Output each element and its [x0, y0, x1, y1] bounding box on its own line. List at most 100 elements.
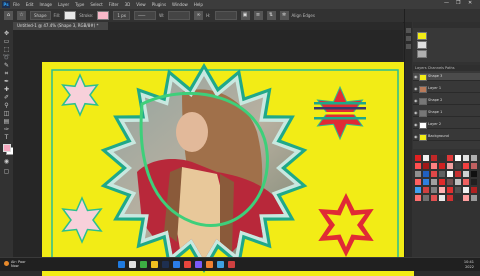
shape-mode-select[interactable]: Shape: [30, 11, 51, 20]
color-swatch[interactable]: [471, 155, 477, 161]
taskbar-app-icon[interactable]: [173, 261, 180, 268]
pink-star-top-left[interactable]: [61, 73, 99, 117]
weather-widget[interactable]: Air: Poor Now: [4, 260, 26, 268]
color-swatch[interactable]: [447, 155, 453, 161]
canvas-area[interactable]: [13, 30, 414, 276]
height-field[interactable]: [214, 11, 237, 20]
quick-select-tool-icon[interactable]: ✎: [2, 62, 11, 69]
color-swatch[interactable]: [471, 195, 477, 201]
home-icon[interactable]: ⌂: [4, 11, 13, 20]
pink-star-bottom-left[interactable]: [61, 196, 103, 244]
color-swatch[interactable]: [463, 171, 469, 177]
quick-mask-icon[interactable]: ◉: [2, 158, 11, 165]
color-swatch[interactable]: [439, 163, 445, 169]
marquee-tool-icon[interactable]: ⬚: [2, 46, 11, 53]
color-swatch[interactable]: [463, 195, 469, 201]
color-swatch[interactable]: [439, 179, 445, 185]
menu-image[interactable]: Image: [39, 2, 52, 7]
color-swatch[interactable]: [447, 171, 453, 177]
color-swatch[interactable]: [447, 163, 453, 169]
color-swatch[interactable]: [431, 187, 437, 193]
fill-color-swatch[interactable]: [64, 11, 77, 20]
shape-tool-icon[interactable]: ☆: [17, 11, 26, 20]
start-button-icon[interactable]: [118, 261, 125, 268]
healing-brush-icon[interactable]: ✚: [2, 86, 11, 93]
menu-type[interactable]: Type: [75, 2, 84, 7]
layer-row[interactable]: ◉ Layer 2: [413, 121, 480, 129]
artboard[interactable]: [42, 62, 414, 276]
minimize-button[interactable]: —: [444, 0, 449, 6]
type-tool-icon[interactable]: T: [2, 134, 11, 141]
color-swatch[interactable]: [423, 187, 429, 193]
system-tray-clock[interactable]: 10:41 2022: [464, 260, 474, 269]
menu-file[interactable]: File: [13, 2, 20, 7]
menu-view[interactable]: View: [136, 2, 146, 7]
color-swatch[interactable]: [415, 179, 421, 185]
color-swatch[interactable]: [439, 195, 445, 201]
color-swatch[interactable]: [447, 187, 453, 193]
color-swatch[interactable]: [439, 155, 445, 161]
color-swatch[interactable]: [431, 155, 437, 161]
color-swatch[interactable]: [455, 155, 461, 161]
color-swatch[interactable]: [471, 171, 477, 177]
maximize-button[interactable]: ❐: [456, 0, 460, 6]
history-icon[interactable]: [406, 28, 411, 33]
taskbar-app-icon[interactable]: [228, 261, 235, 268]
color-swatch[interactable]: [455, 187, 461, 193]
color-swatch[interactable]: [431, 171, 437, 177]
color-swatch[interactable]: [455, 195, 461, 201]
layer-row[interactable]: ◉ Background: [413, 133, 480, 141]
color-swatch[interactable]: [431, 179, 437, 185]
color-swatch[interactable]: [415, 163, 421, 169]
striped-star-top-right[interactable]: [314, 85, 366, 141]
foreground-color-swatch[interactable]: [3, 144, 11, 152]
color-swatch[interactable]: [447, 195, 453, 201]
color-swatch[interactable]: [415, 187, 421, 193]
color-swatch[interactable]: [471, 179, 477, 185]
color-swatch[interactable]: [423, 195, 429, 201]
stroke-width-field[interactable]: 1 px: [113, 11, 131, 20]
color-swatch[interactable]: [471, 163, 477, 169]
screen-mode-icon[interactable]: ▢: [2, 168, 11, 175]
color-swatch[interactable]: [439, 187, 445, 193]
color-swatch[interactable]: [415, 195, 421, 201]
layer-row[interactable]: ◉ Shape 3: [413, 73, 480, 81]
eyedropper-tool-icon[interactable]: ✒: [2, 78, 11, 85]
taskbar-app-icon[interactable]: [206, 261, 213, 268]
color-swatch[interactable]: [455, 171, 461, 177]
layer-row[interactable]: ◉ Layer 1: [413, 85, 480, 93]
move-tool-icon[interactable]: ✥: [2, 30, 11, 37]
document-tab[interactable]: Untitled-1 @ 47.4% (Shape 3, RGB/8#) *: [13, 22, 109, 30]
eraser-tool-icon[interactable]: ◫: [2, 110, 11, 117]
layer-row[interactable]: ◉ Shape 1: [413, 109, 480, 117]
visibility-eye-icon[interactable]: ◉: [414, 73, 418, 80]
lasso-tool-icon[interactable]: ➰: [2, 54, 11, 61]
color-swatch[interactable]: [415, 171, 421, 177]
taskbar-app-icon[interactable]: [129, 261, 136, 268]
color-swatch[interactable]: [455, 179, 461, 185]
adjustments-icon[interactable]: [406, 44, 411, 49]
color-swatch[interactable]: [423, 155, 429, 161]
taskbar-app-icon[interactable]: [151, 261, 158, 268]
link-icon[interactable]: ∞: [194, 11, 204, 20]
color-swatch[interactable]: [415, 155, 421, 161]
artboard-tool-icon[interactable]: ▭: [2, 38, 11, 45]
path-operations-icon[interactable]: ▣: [240, 11, 250, 20]
visibility-eye-icon[interactable]: ◉: [414, 97, 418, 104]
layers-panel-tabs[interactable]: Layers Channels Paths: [413, 65, 480, 71]
taskbar-app-icon[interactable]: [195, 261, 202, 268]
stroke-type-select[interactable]: ───: [134, 11, 157, 20]
menu-help[interactable]: Help: [194, 2, 203, 7]
color-swatch[interactable]: [423, 171, 429, 177]
menu-edit[interactable]: Edit: [26, 2, 34, 7]
properties-icon[interactable]: [406, 36, 411, 41]
brush-tool-icon[interactable]: ✐: [2, 94, 11, 101]
pen-tool-icon[interactable]: ✑: [2, 126, 11, 133]
color-swatch[interactable]: [455, 163, 461, 169]
gradient-tool-icon[interactable]: ▤: [2, 118, 11, 125]
visibility-eye-icon[interactable]: ◉: [414, 121, 418, 128]
settings-gear-icon[interactable]: ✲: [279, 11, 289, 20]
color-swatch[interactable]: [463, 179, 469, 185]
taskbar-app-icon[interactable]: [140, 261, 147, 268]
color-swatch[interactable]: [439, 171, 445, 177]
